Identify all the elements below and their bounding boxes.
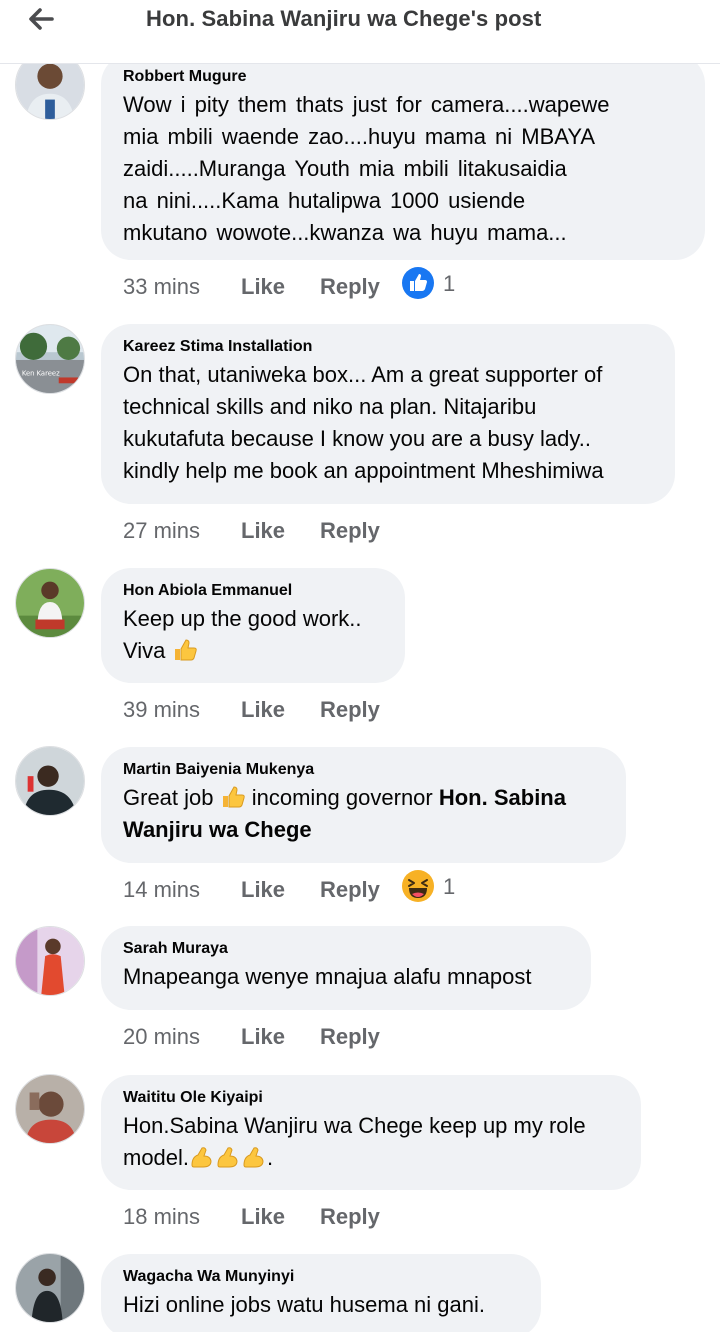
comment-author[interactable]: Sarah Muraya xyxy=(123,939,569,959)
comment-bubble: Martin Baiyenia Mukenya Great job incomi… xyxy=(101,747,626,863)
like-reaction-icon xyxy=(402,267,434,299)
avatar[interactable] xyxy=(15,1074,85,1144)
reaction-count: 1 xyxy=(443,271,456,296)
thumbs-up-emoji xyxy=(222,786,245,808)
comment-meta: 20 mins Like Reply xyxy=(123,1021,423,1053)
post-header: Hon. Sabina Wanjiru wa Chege's post xyxy=(0,0,720,64)
comment-time[interactable]: 33 mins xyxy=(123,271,200,303)
comment-author[interactable]: Hon Abiola Emmanuel xyxy=(123,581,383,601)
comment-bubble: Sarah Muraya Mnapeanga wenye mnajua alaf… xyxy=(101,926,591,1010)
comment-text: Wow i pity them thats just for camera...… xyxy=(123,92,610,245)
arrow-left-icon xyxy=(29,8,54,30)
comment-bubble: Kareez Stima Installation On that, utani… xyxy=(101,324,675,504)
page-title: Hon. Sabina Wanjiru wa Chege's post xyxy=(146,6,542,31)
reply-button[interactable]: Reply xyxy=(320,694,380,726)
reply-button[interactable]: Reply xyxy=(320,515,380,547)
thumbs-up-emoji xyxy=(174,639,197,661)
comment-text: Hizi online jobs watu husema ni gani. xyxy=(123,1292,485,1317)
avatar[interactable] xyxy=(15,926,85,996)
back-button[interactable] xyxy=(22,2,62,36)
comment-text: Mnapeanga wenye mnajua alafu mnapost xyxy=(123,964,532,989)
flexed-biceps-emoji xyxy=(217,1147,238,1168)
like-button[interactable]: Like xyxy=(241,1201,285,1233)
comment-author[interactable]: Martin Baiyenia Mukenya xyxy=(123,760,604,780)
avatar[interactable] xyxy=(15,746,85,816)
like-button[interactable]: Like xyxy=(241,1021,285,1053)
reply-button[interactable]: Reply xyxy=(320,1201,380,1233)
comment-meta: 14 mins Like Reply 1 xyxy=(123,870,523,906)
comment-text: Hon.Sabina Wanjiru wa Chege keep up my r… xyxy=(123,1113,586,1170)
comment-author[interactable]: Robbert Mugure xyxy=(123,67,683,87)
like-button[interactable]: Like xyxy=(241,874,285,906)
like-button[interactable]: Like xyxy=(241,694,285,726)
comment-time[interactable]: 39 mins xyxy=(123,694,200,726)
avatar[interactable] xyxy=(15,1253,85,1323)
mention-link[interactable]: Wanjiru wa Chege xyxy=(123,817,312,842)
mention-link[interactable]: Hon. Sabina xyxy=(439,785,566,810)
comment-bubble: Waititu Ole Kiyaipi Hon.Sabina Wanjiru w… xyxy=(101,1075,641,1190)
like-button[interactable]: Like xyxy=(241,271,285,303)
like-button[interactable]: Like xyxy=(241,515,285,547)
avatar[interactable] xyxy=(15,568,85,638)
comment-time[interactable]: 18 mins xyxy=(123,1201,200,1233)
comment-meta: 33 mins Like Reply 1 xyxy=(123,267,523,303)
reply-button[interactable]: Reply xyxy=(320,874,380,906)
comment-text: On that, utaniweka box... Am a great sup… xyxy=(123,362,604,483)
comment-meta: 27 mins Like Reply xyxy=(123,515,423,547)
comment-time[interactable]: 14 mins xyxy=(123,874,200,906)
comment-text: Great job incoming governor Hon. Sabina … xyxy=(123,785,566,842)
comment-time[interactable]: 20 mins xyxy=(123,1021,200,1053)
reply-button[interactable]: Reply xyxy=(320,271,380,303)
comment-bubble: Wagacha Wa Munyinyi Hizi online jobs wat… xyxy=(101,1254,541,1332)
comment-bubble: Hon Abiola Emmanuel Keep up the good wor… xyxy=(101,568,405,683)
comment-meta: 18 mins Like Reply xyxy=(123,1201,423,1233)
reaction-count: 1 xyxy=(443,874,456,899)
comment-author[interactable]: Kareez Stima Installation xyxy=(123,337,653,357)
comment-text: Keep up the good work.. Viva xyxy=(123,606,362,663)
avatar[interactable]: Ken Kareez xyxy=(15,324,85,394)
reply-button[interactable]: Reply xyxy=(320,1021,380,1053)
comment-time[interactable]: 27 mins xyxy=(123,515,200,547)
comment-meta: 39 mins Like Reply xyxy=(123,694,423,726)
svg-text:Ken Kareez: Ken Kareez xyxy=(22,370,60,378)
flexed-biceps-emoji xyxy=(191,1147,212,1168)
comment-bubble: Robbert Mugure Wow i pity them thats jus… xyxy=(101,54,705,260)
comment-author[interactable]: Waititu Ole Kiyaipi xyxy=(123,1088,619,1108)
comment-author[interactable]: Wagacha Wa Munyinyi xyxy=(123,1267,519,1287)
haha-reaction-icon xyxy=(402,870,434,902)
flexed-biceps-emoji xyxy=(243,1147,264,1168)
